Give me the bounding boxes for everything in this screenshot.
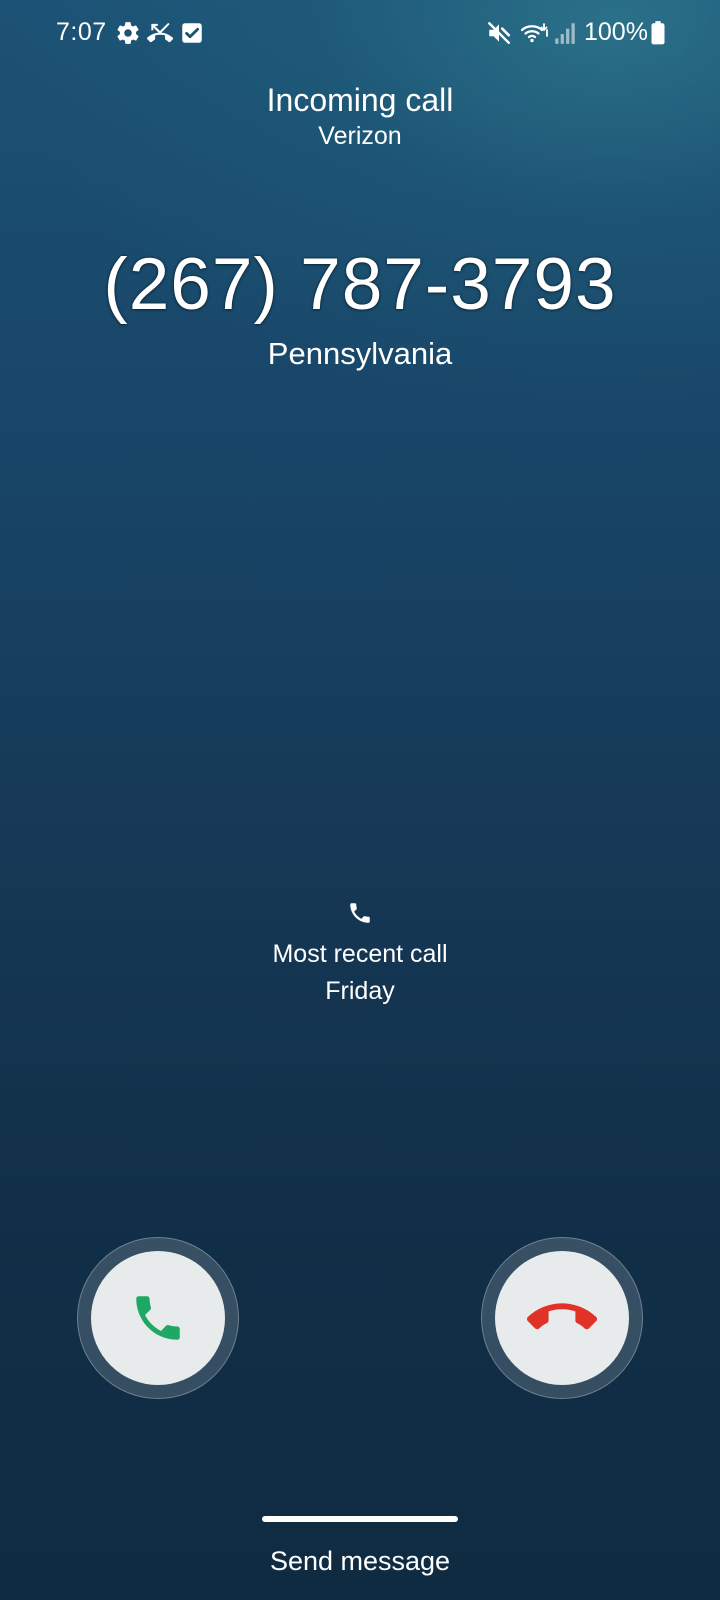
missed-call-icon (147, 20, 173, 46)
signal-icon (552, 20, 578, 46)
recent-call-label: Most recent call (272, 940, 448, 968)
recent-call-day: Friday (325, 977, 395, 1005)
carrier-name: Verizon (318, 122, 402, 150)
accept-call-button-face[interactable] (91, 1251, 225, 1385)
accept-call-button[interactable] (77, 1237, 239, 1399)
decline-call-button[interactable] (481, 1237, 643, 1399)
battery-percent: 100% (584, 18, 648, 46)
send-message-handle[interactable] (262, 1516, 458, 1522)
phone-decline-icon (527, 1283, 597, 1353)
caller-location: Pennsylvania (267, 336, 453, 371)
wifi-calling-icon (520, 20, 550, 46)
phone-icon (347, 900, 373, 926)
caller-number: (267) 787-3793 (103, 244, 617, 325)
decline-call-button-face[interactable] (495, 1251, 629, 1385)
send-message-button[interactable]: Send message (0, 1546, 720, 1577)
checkbox-icon (179, 20, 205, 46)
incoming-call-title: Incoming call (266, 82, 454, 118)
phone-accept-icon (129, 1289, 187, 1347)
settings-gear-icon (115, 20, 141, 46)
status-time: 7:07 (56, 18, 107, 46)
battery-icon (650, 20, 668, 46)
status-bar: 7:07 100% (0, 0, 720, 66)
mute-icon (486, 20, 512, 46)
